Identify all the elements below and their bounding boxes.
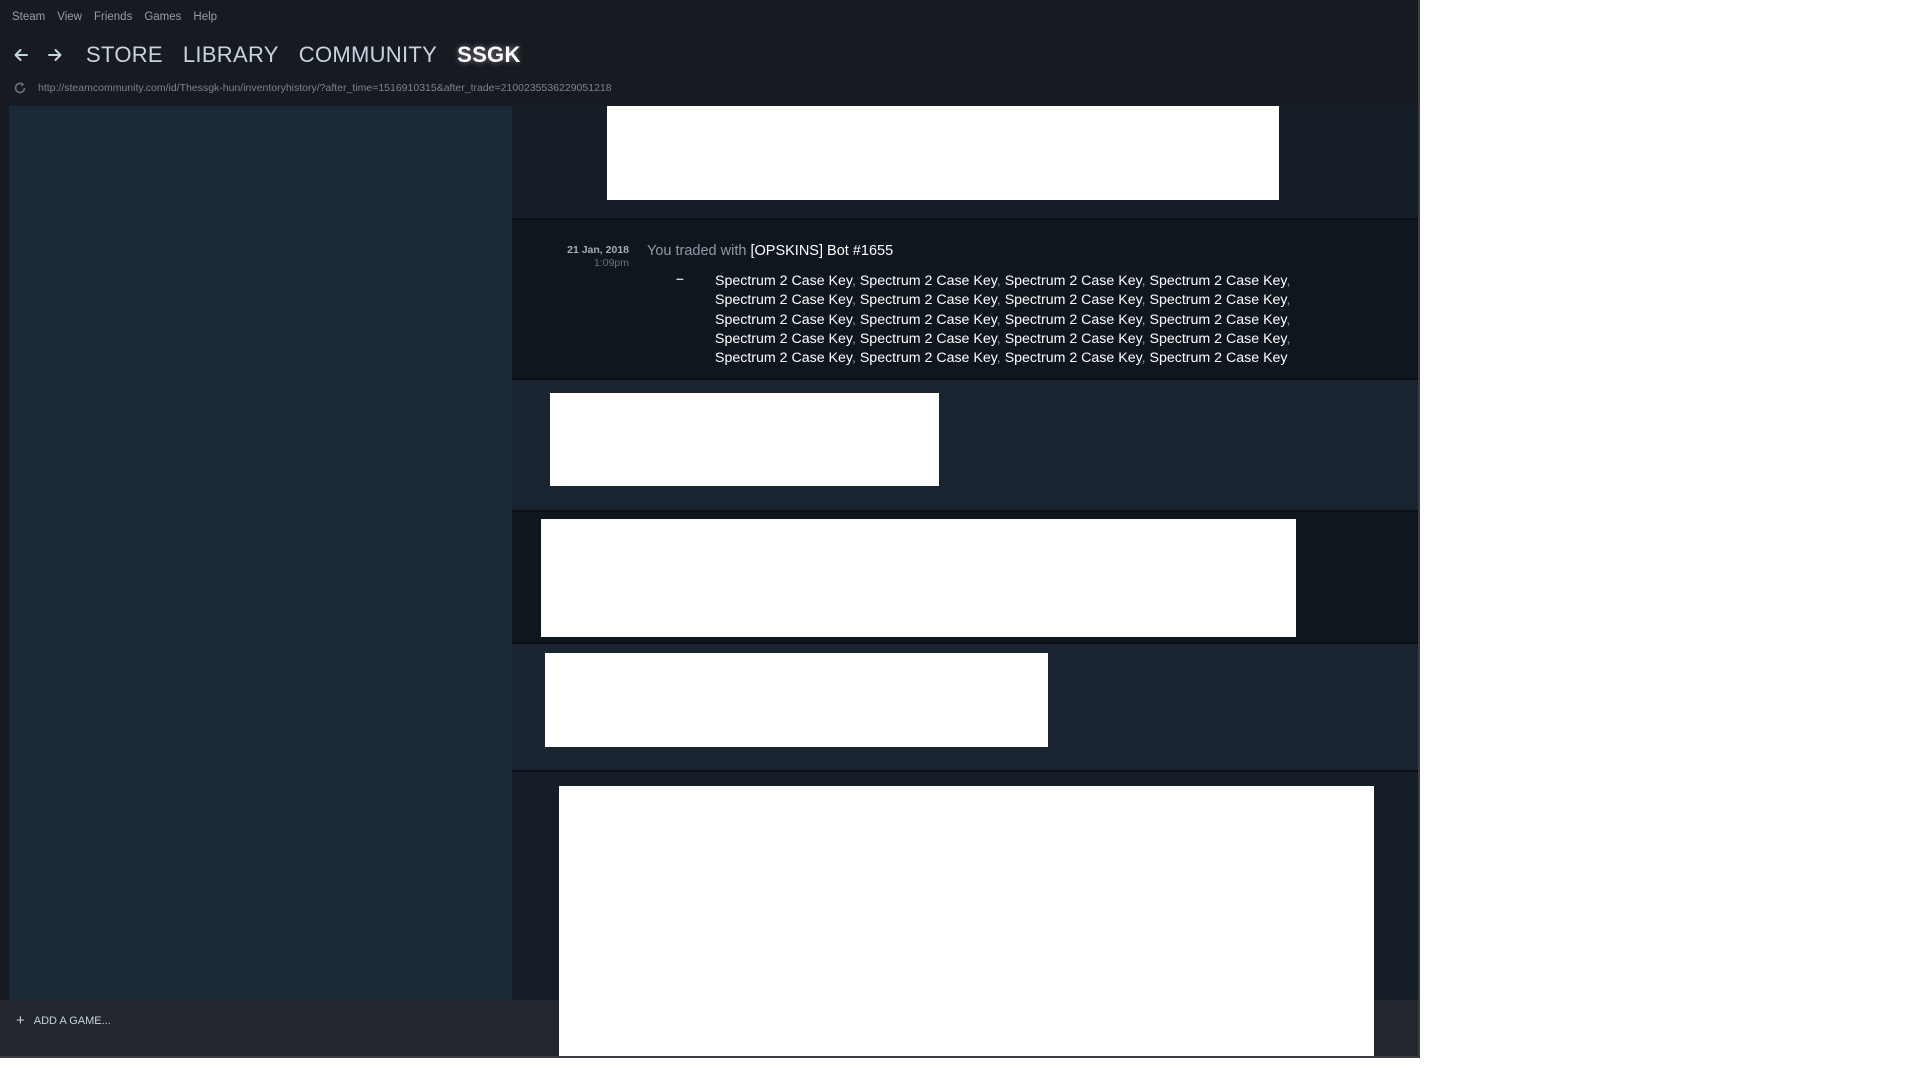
trade-item-name[interactable]: Spectrum 2 Case Key bbox=[1150, 312, 1287, 328]
redacted-block bbox=[545, 653, 1048, 747]
menu-friends[interactable]: Friends bbox=[94, 11, 132, 23]
nav-store[interactable]: STORE bbox=[86, 42, 163, 68]
item-separator: , bbox=[851, 311, 860, 328]
trade-item-name[interactable]: Spectrum 2 Case Key bbox=[860, 312, 997, 328]
trade-item-name[interactable]: Spectrum 2 Case Key bbox=[715, 273, 852, 289]
trade-date: 21 Jan, 2018 1:09pm bbox=[512, 244, 629, 270]
redacted-block bbox=[559, 786, 1374, 1056]
trade-item-name[interactable]: Spectrum 2 Case Key bbox=[715, 350, 852, 366]
trade-item-name[interactable]: Spectrum 2 Case Key bbox=[715, 331, 852, 347]
item-separator: , bbox=[1141, 292, 1150, 309]
history-row bbox=[512, 512, 1418, 644]
item-separator: , bbox=[996, 292, 1005, 309]
menu-games[interactable]: Games bbox=[144, 11, 181, 23]
redacted-block bbox=[607, 106, 1279, 200]
item-separator: , bbox=[996, 330, 1005, 347]
item-separator: , bbox=[851, 292, 860, 309]
trade-item-name[interactable]: Spectrum 2 Case Key bbox=[1005, 331, 1142, 347]
plus-icon: + bbox=[16, 1012, 25, 1029]
trade-item-name[interactable]: Spectrum 2 Case Key bbox=[860, 350, 997, 366]
trade-item-name[interactable]: Spectrum 2 Case Key bbox=[860, 292, 997, 308]
item-separator: , bbox=[851, 350, 860, 367]
trade-item-name[interactable]: Spectrum 2 Case Key bbox=[715, 292, 852, 308]
trade-description: You traded with [OPSKINS] Bot #1655 bbox=[647, 243, 893, 259]
redacted-block bbox=[541, 519, 1296, 637]
item-separator: , bbox=[851, 273, 860, 289]
nav-profile-ssgk[interactable]: SSGK bbox=[457, 42, 521, 68]
history-row bbox=[512, 380, 1418, 512]
item-separator: , bbox=[1286, 311, 1291, 328]
trade-date-text: 21 Jan, 2018 bbox=[567, 244, 629, 256]
trade-item-name[interactable]: Spectrum 2 Case Key bbox=[860, 273, 997, 289]
steam-client-window: Steam View Friends Games Help STORE LIBR… bbox=[0, 0, 1420, 1058]
trade-item-name[interactable]: Spectrum 2 Case Key bbox=[860, 331, 997, 347]
menu-view[interactable]: View bbox=[57, 11, 82, 23]
trade-item-name[interactable]: Spectrum 2 Case Key bbox=[1005, 273, 1142, 289]
history-row bbox=[512, 106, 1418, 220]
item-separator: , bbox=[1141, 330, 1150, 347]
item-separator: , bbox=[1286, 330, 1291, 347]
menu-bar: Steam View Friends Games Help bbox=[0, 0, 1418, 34]
item-separator: , bbox=[1286, 292, 1291, 309]
trade-items-lost-sign: – bbox=[676, 270, 684, 286]
trade-time: 1:09pm bbox=[593, 257, 629, 269]
refresh-icon[interactable] bbox=[12, 80, 28, 96]
trade-item-name[interactable]: Spectrum 2 Case Key bbox=[1150, 292, 1287, 308]
trade-partner-link[interactable]: [OPSKINS] Bot #1655 bbox=[750, 243, 893, 259]
address-bar: http://steamcommunity.com/id/Thessgk-hun… bbox=[0, 78, 1418, 98]
trade-prefix: You traded with bbox=[647, 243, 747, 259]
arrow-left-icon[interactable] bbox=[10, 44, 32, 66]
trade-history-row: 21 Jan, 2018 1:09pm You traded with [OPS… bbox=[512, 220, 1418, 380]
item-separator: , bbox=[996, 311, 1005, 328]
trade-item-name[interactable]: Spectrum 2 Case Key bbox=[1150, 273, 1287, 289]
trade-item-name[interactable]: Spectrum 2 Case Key bbox=[1005, 350, 1142, 366]
nav-library[interactable]: LIBRARY bbox=[183, 42, 279, 68]
trade-item-name[interactable]: Spectrum 2 Case Key bbox=[1005, 312, 1142, 328]
arrow-right-icon[interactable] bbox=[44, 44, 66, 66]
trade-item-name[interactable]: Spectrum 2 Case Key bbox=[1150, 331, 1287, 347]
item-separator: , bbox=[1286, 273, 1291, 289]
menu-steam[interactable]: Steam bbox=[12, 11, 45, 23]
trade-item-name[interactable]: Spectrum 2 Case Key bbox=[715, 312, 852, 328]
navigation-bar: STORE LIBRARY COMMUNITY SSGK bbox=[0, 36, 1418, 74]
url-text[interactable]: http://steamcommunity.com/id/Thessgk-hun… bbox=[38, 82, 612, 94]
item-separator: , bbox=[996, 273, 1005, 289]
item-separator: , bbox=[851, 330, 860, 347]
left-panel bbox=[9, 106, 512, 1000]
history-row bbox=[512, 644, 1418, 772]
trade-item-name[interactable]: Spectrum 2 Case Key bbox=[1005, 292, 1142, 308]
nav-community[interactable]: COMMUNITY bbox=[299, 42, 437, 68]
item-separator: , bbox=[1141, 311, 1150, 328]
add-game-label: ADD A GAME... bbox=[33, 1015, 111, 1027]
item-separator: , bbox=[996, 350, 1005, 367]
item-separator: , bbox=[1141, 350, 1150, 367]
add-game-button[interactable]: + ADD A GAME... bbox=[16, 1012, 111, 1029]
item-separator: , bbox=[1141, 273, 1150, 289]
redacted-block bbox=[550, 393, 939, 486]
menu-help[interactable]: Help bbox=[193, 11, 217, 23]
trade-items-list: Spectrum 2 Case Key, Spectrum 2 Case Key… bbox=[715, 272, 1315, 368]
trade-item-name[interactable]: Spectrum 2 Case Key bbox=[1150, 350, 1288, 366]
